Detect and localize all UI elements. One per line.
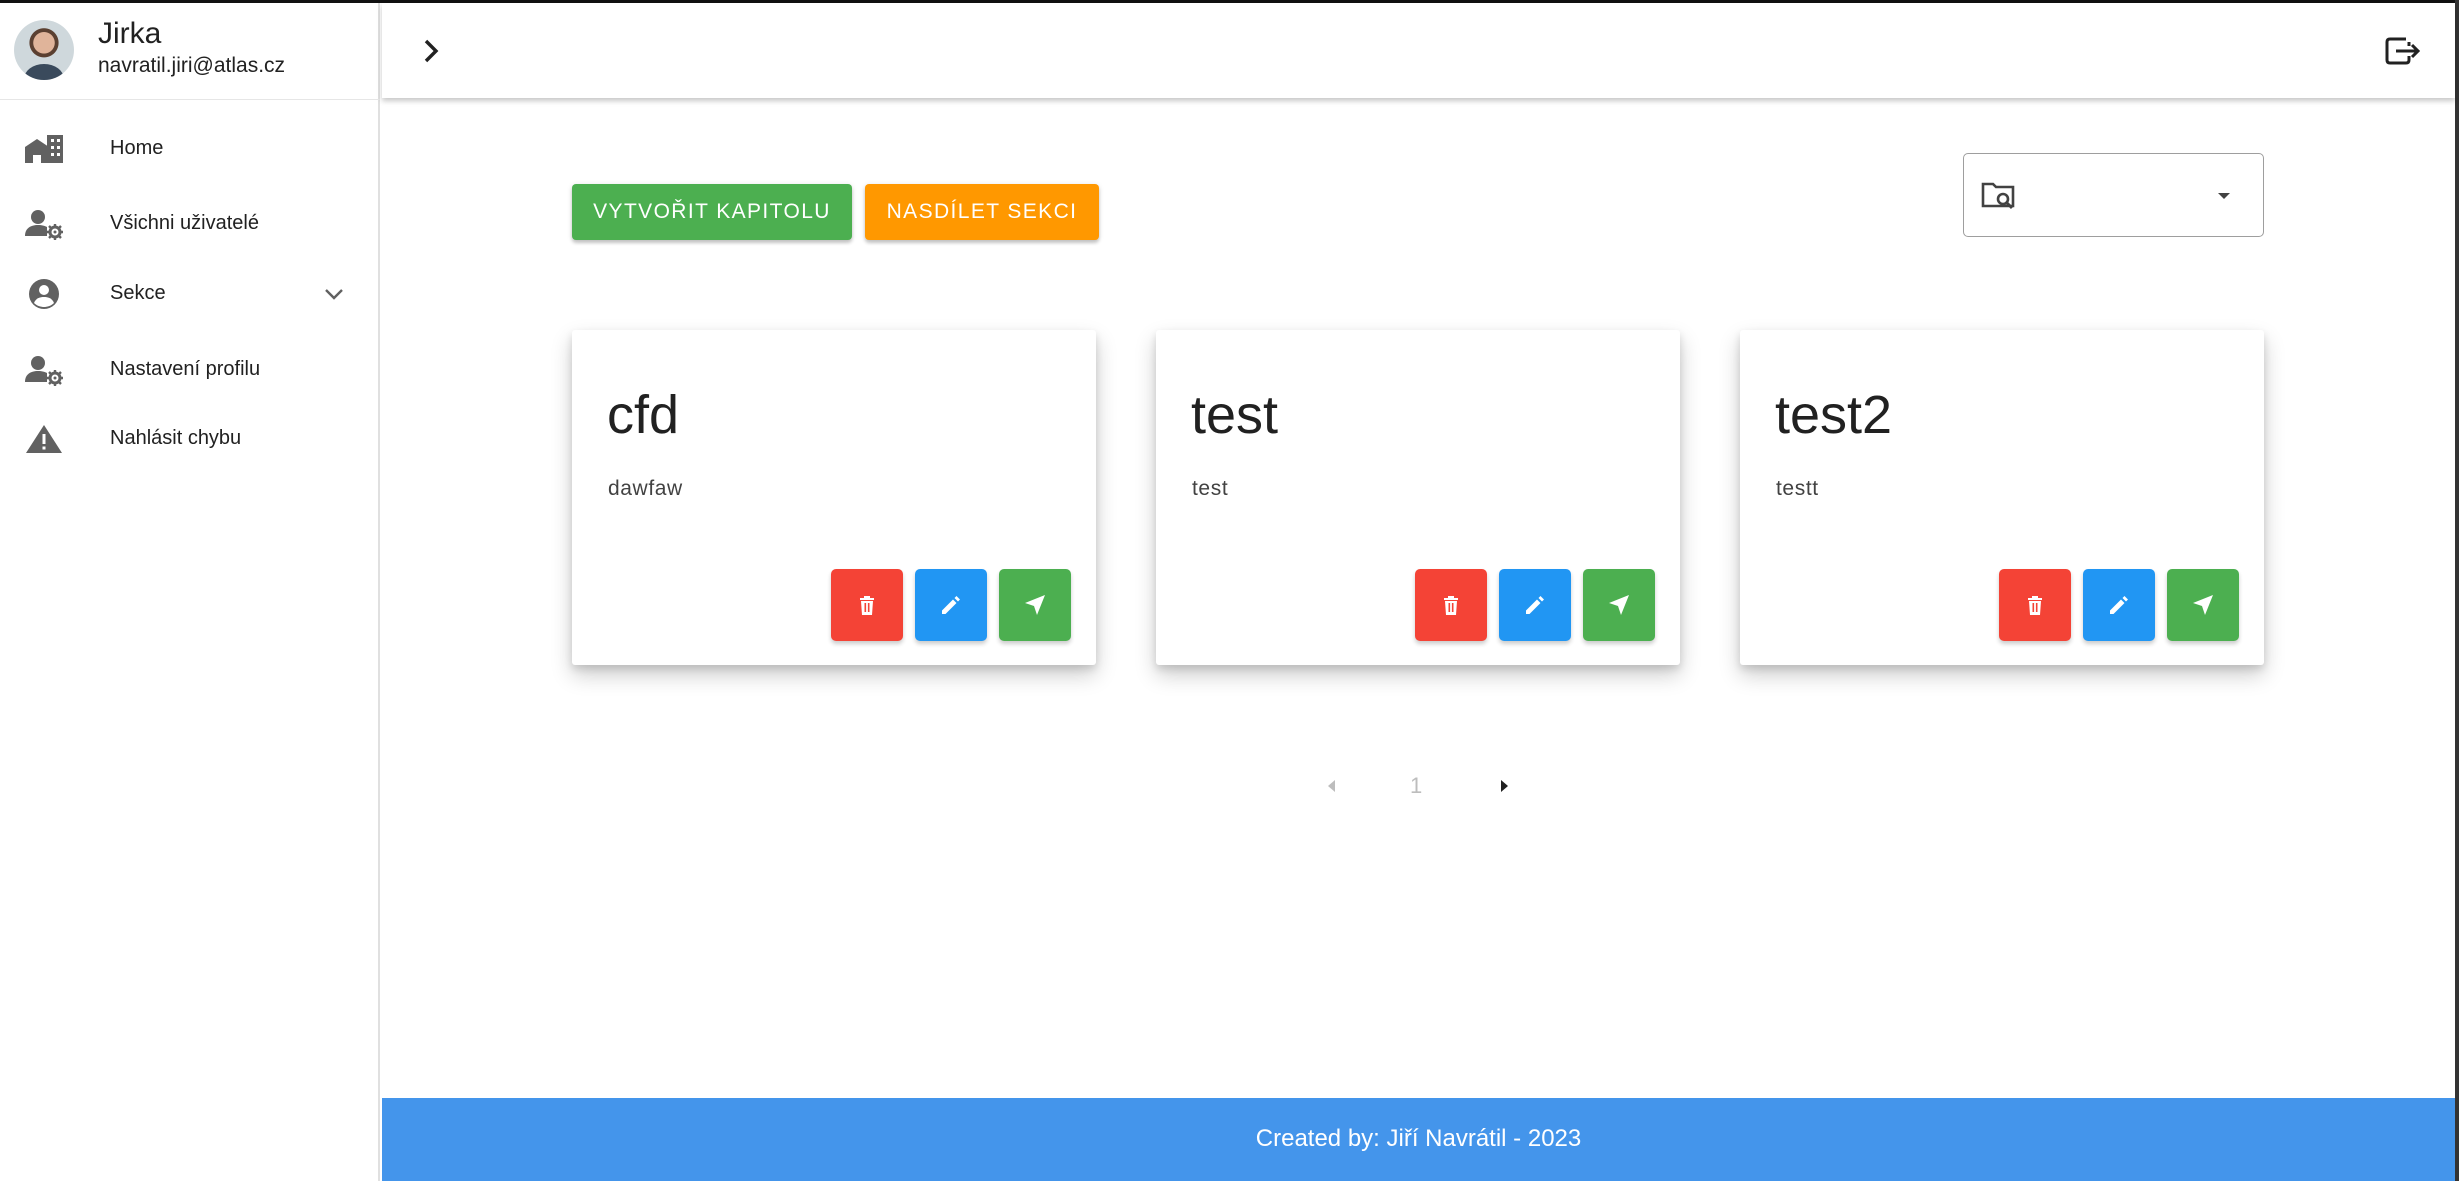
top-app-bar: [382, 3, 2455, 98]
chevron-down-icon[interactable]: [322, 282, 346, 306]
card-title: cfd: [607, 385, 680, 445]
pencil-icon: [2110, 596, 2128, 614]
sidebar-item-label: Home: [110, 137, 164, 159]
caret-down-icon: [2218, 193, 2230, 199]
sidebar-item-report-bug[interactable]: Nahlásit chybu: [0, 409, 380, 469]
logout-icon[interactable]: [2382, 31, 2422, 71]
card-description: testt: [1776, 477, 1819, 500]
share-section-button[interactable]: NASDÍLET SEKCI: [865, 184, 1099, 240]
trash-icon: [1444, 596, 1458, 615]
card-description: test: [1192, 477, 1229, 500]
navigation-arrow-icon: [2193, 595, 2213, 615]
card-title: test2: [1775, 385, 1893, 445]
sidebar-item-label: Nastavení profilu: [110, 358, 261, 380]
chevron-right-icon[interactable]: [414, 33, 450, 69]
edit-button[interactable]: [1499, 569, 1571, 641]
chapter-card: test2 testt: [1740, 330, 2264, 665]
footer-text: Created by: Jiří Navrátil - 2023: [1255, 1125, 1582, 1152]
sidebar-item-label: Sekce: [110, 282, 166, 304]
chapter-card: cfd dawfaw: [572, 330, 1096, 665]
sidebar-item-all-users[interactable]: Všichni uživatelé: [0, 194, 380, 254]
navigation-arrow-icon: [1025, 595, 1045, 615]
pagination-page[interactable]: 1: [1410, 773, 1422, 799]
user-email: navratil.jiri@atlas.cz: [98, 54, 286, 77]
edit-button[interactable]: [915, 569, 987, 641]
chapter-card: test test: [1156, 330, 1680, 665]
sidebar-item-profile-settings[interactable]: Nastavení profilu: [0, 340, 380, 400]
edit-button[interactable]: [2083, 569, 2155, 641]
pagination-next-icon[interactable]: [1494, 776, 1514, 796]
sidebar: Jirka navratil.jiri@atlas.cz Home Všichn…: [0, 3, 380, 1181]
section-select[interactable]: [1963, 153, 2264, 237]
account-circle-icon: [29, 279, 59, 309]
footer: Created by: Jiří Navrátil - 2023: [382, 1098, 2455, 1181]
user-gear-icon: [25, 210, 63, 240]
send-button[interactable]: [999, 569, 1071, 641]
send-button[interactable]: [1583, 569, 1655, 641]
pencil-icon: [942, 596, 960, 614]
navigation-arrow-icon: [1609, 595, 1629, 615]
user-name: Jirka: [98, 17, 162, 50]
delete-button[interactable]: [1999, 569, 2071, 641]
user-gear-icon: [25, 356, 63, 386]
avatar: [14, 20, 74, 80]
card-title: test: [1191, 385, 1279, 445]
window-right-border: [2455, 0, 2459, 1181]
home-building-icon: [25, 135, 63, 163]
pagination-prev-icon[interactable]: [1322, 776, 1342, 796]
profile-header: Jirka navratil.jiri@atlas.cz: [0, 3, 380, 100]
trash-icon: [860, 596, 874, 615]
create-chapter-button[interactable]: VYTVOŘIT KAPITOLU: [572, 184, 852, 240]
sidebar-item-sections[interactable]: Sekce: [0, 264, 380, 324]
sidebar-item-home[interactable]: Home: [0, 119, 380, 179]
delete-button[interactable]: [831, 569, 903, 641]
card-description: dawfaw: [608, 477, 683, 500]
delete-button[interactable]: [1415, 569, 1487, 641]
warning-icon: [26, 425, 62, 453]
sidebar-item-label: Všichni uživatelé: [110, 212, 259, 234]
folder-search-icon: [1981, 182, 2015, 210]
trash-icon: [2028, 596, 2042, 615]
sidebar-item-label: Nahlásit chybu: [110, 427, 242, 449]
send-button[interactable]: [2167, 569, 2239, 641]
pencil-icon: [1526, 596, 1544, 614]
